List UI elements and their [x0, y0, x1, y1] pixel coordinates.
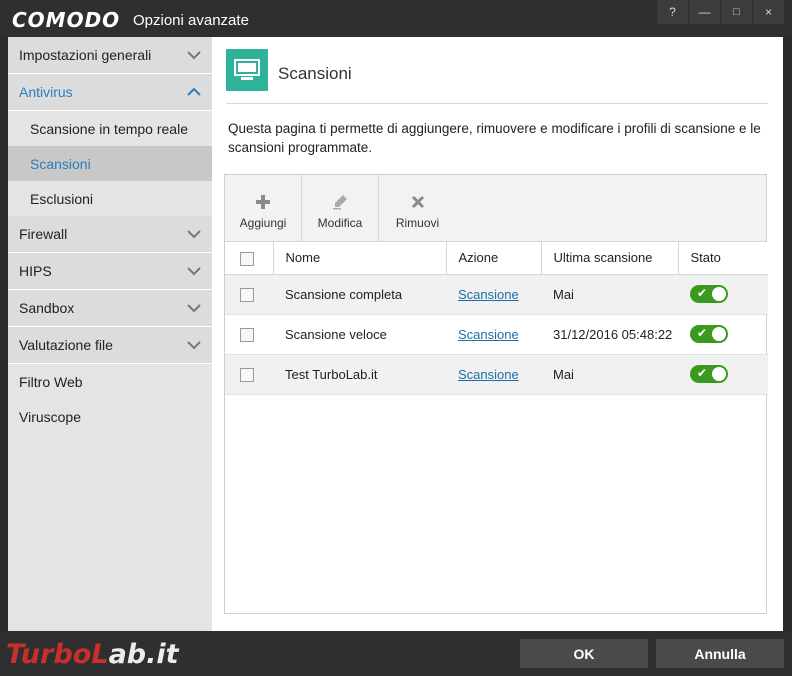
status-toggle[interactable]: ✔: [690, 285, 728, 303]
scan-action-cell: Scansione: [446, 354, 541, 395]
help-button[interactable]: ?: [657, 0, 688, 24]
sidebar-item-label: Sandbox: [19, 300, 75, 316]
sidebar-item-label: Valutazione file: [19, 337, 113, 353]
sidebar-item-label: Impostazioni generali: [19, 47, 152, 63]
scan-name: Test TurboLab.it: [273, 354, 446, 395]
minimize-button[interactable]: —: [689, 0, 720, 24]
edit-label: Modifica: [317, 216, 363, 230]
status-toggle[interactable]: ✔: [690, 325, 728, 343]
ok-button[interactable]: OK: [520, 639, 648, 668]
status-toggle[interactable]: ✔: [690, 365, 728, 383]
scan-action-cell: Scansione: [446, 314, 541, 355]
row-checkbox-cell: [225, 314, 273, 355]
scan-action-link[interactable]: Scansione: [458, 367, 519, 382]
monitor-icon: [226, 49, 268, 91]
scan-name: Scansione completa: [273, 274, 446, 315]
sidebar-item-firewall[interactable]: Firewall: [8, 216, 212, 253]
sidebar-subitem-scans[interactable]: Scansioni: [8, 146, 212, 181]
chevron-down-icon: [187, 341, 201, 350]
status-cell: ✔: [678, 314, 768, 355]
chevron-up-icon: [187, 87, 201, 96]
page-title: Scansioni: [278, 64, 352, 83]
plus-icon: [255, 192, 271, 212]
scan-name: Scansione veloce: [273, 314, 446, 355]
select-all-cell: [225, 242, 274, 275]
sidebar-item-file-rating[interactable]: Valutazione file: [8, 327, 212, 364]
sidebar-item-label: Firewall: [19, 226, 68, 242]
watermark-logo: TurboLab.it: [6, 639, 179, 670]
main-panel: Scansioni Questa pagina ti permette di a…: [212, 37, 783, 631]
column-header-status[interactable]: Stato: [678, 242, 768, 275]
sidebar-subitem-exclusions[interactable]: Esclusioni: [8, 181, 212, 216]
sidebar-subitem-realtime-scan[interactable]: Scansione in tempo reale: [8, 111, 212, 146]
title-bar: COMODO Opzioni avanzate ? — □ ×: [0, 0, 792, 37]
scan-action-cell: Scansione: [446, 274, 541, 315]
row-checkbox-cell: [225, 274, 273, 315]
edit-button[interactable]: Modifica: [302, 175, 379, 241]
sidebar-item-label: HIPS: [19, 263, 52, 279]
last-scan: Mai: [541, 274, 678, 315]
scan-action-link[interactable]: Scansione: [458, 327, 519, 342]
chevron-down-icon: [187, 230, 201, 239]
row-checkbox[interactable]: [240, 367, 254, 382]
sidebar-item-general-settings[interactable]: Impostazioni generali: [8, 37, 212, 74]
sidebar-item-viruscope[interactable]: Viruscope: [8, 399, 212, 434]
select-all-checkbox[interactable]: [240, 251, 254, 266]
check-icon: ✔: [697, 366, 708, 380]
window-controls: ? — □ ×: [656, 0, 784, 24]
table-row[interactable]: Scansione veloce Scansione 31/12/2016 05…: [225, 314, 768, 355]
sidebar: Impostazioni generali Antivirus Scansion…: [8, 37, 212, 631]
chevron-down-icon: [187, 304, 201, 313]
add-label: Aggiungi: [239, 216, 287, 230]
page-description: Questa pagina ti permette di aggiungere,…: [228, 121, 761, 155]
scans-table: Nome Azione Ultima scansione Stato Scans…: [225, 242, 768, 395]
divider: [226, 103, 768, 104]
maximize-button[interactable]: □: [721, 0, 752, 24]
check-icon: ✔: [697, 286, 708, 300]
sidebar-item-antivirus[interactable]: Antivirus: [8, 74, 212, 111]
sidebar-item-web-filter[interactable]: Filtro Web: [8, 364, 212, 399]
sidebar-item-label: Filtro Web: [19, 373, 83, 390]
chevron-down-icon: [187, 51, 201, 60]
sidebar-item-hips[interactable]: HIPS: [8, 253, 212, 290]
table-row[interactable]: Scansione completa Scansione Mai ✔: [225, 274, 768, 315]
pencil-icon: [332, 192, 348, 212]
scans-panel: Aggiungi Modifica Rimuovi Nome Azione Ul…: [224, 174, 768, 614]
status-cell: ✔: [678, 354, 768, 395]
footer: TurboLab.it OK Annulla: [0, 631, 792, 676]
window-title: Opzioni avanzate: [133, 12, 249, 29]
cancel-button[interactable]: Annulla: [656, 639, 784, 668]
table-header: Nome Azione Ultima scansione Stato: [225, 242, 768, 275]
column-header-action[interactable]: Azione: [446, 242, 542, 275]
sidebar-item-label: Viruscope: [19, 408, 82, 425]
row-checkbox[interactable]: [240, 287, 254, 302]
table-row[interactable]: Test TurboLab.it Scansione Mai ✔: [225, 354, 768, 395]
check-icon: ✔: [697, 326, 708, 340]
last-scan: 31/12/2016 05:48:22: [541, 314, 678, 355]
add-button[interactable]: Aggiungi: [225, 175, 302, 241]
chevron-down-icon: [187, 267, 201, 276]
toolbar: Aggiungi Modifica Rimuovi: [225, 175, 766, 242]
comodo-logo: COMODO: [12, 8, 121, 32]
sidebar-item-label: Antivirus: [19, 84, 73, 100]
remove-button[interactable]: Rimuovi: [379, 175, 456, 241]
row-checkbox-cell: [225, 354, 273, 395]
remove-label: Rimuovi: [395, 216, 440, 230]
x-icon: [411, 192, 425, 212]
status-cell: ✔: [678, 274, 768, 315]
scan-action-link[interactable]: Scansione: [458, 287, 519, 302]
close-button[interactable]: ×: [753, 0, 784, 24]
sidebar-item-sandbox[interactable]: Sandbox: [8, 290, 212, 327]
row-checkbox[interactable]: [240, 327, 254, 342]
last-scan: Mai: [541, 354, 678, 395]
column-header-last-scan[interactable]: Ultima scansione: [541, 242, 679, 275]
column-header-name[interactable]: Nome: [273, 242, 447, 275]
